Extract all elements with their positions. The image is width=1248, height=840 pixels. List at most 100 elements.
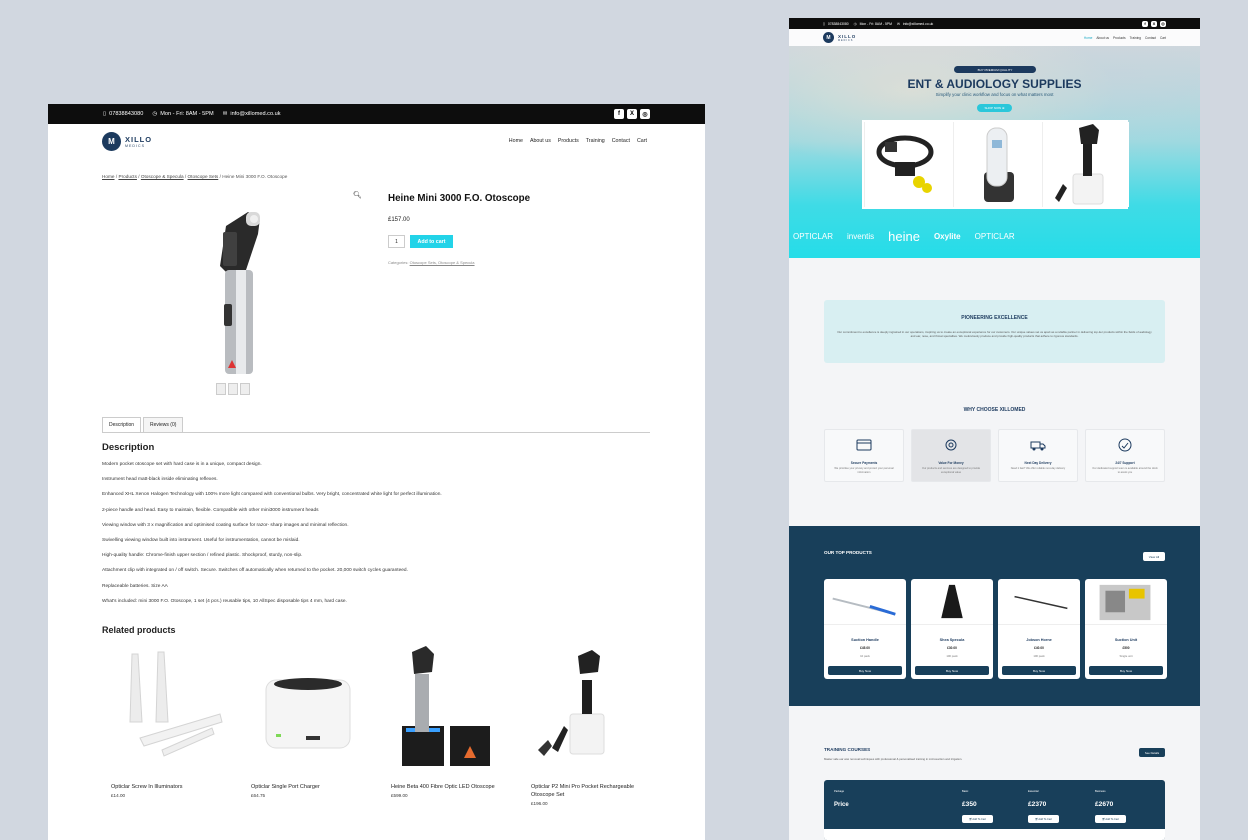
pricing-tier: Essential £2370 🛒︎ Add To Cart: [1028, 790, 1059, 823]
x-icon[interactable]: X: [1151, 20, 1157, 27]
instagram-icon[interactable]: ◎: [640, 109, 650, 119]
nav-home[interactable]: Home: [1084, 36, 1093, 40]
brand-oxylite: Oxylite: [933, 232, 961, 241]
brand-strip: OPTICLAR inventis heine Oxylite OPTICLAR: [789, 229, 1200, 244]
add-to-cart-button[interactable]: 🛒︎ Add To Cart: [962, 815, 993, 823]
facebook-icon[interactable]: f: [614, 109, 624, 119]
related-product-card[interactable]: Opticlar Single Port Charger £64.75: [242, 642, 370, 798]
tab-description[interactable]: Description: [102, 417, 142, 432]
hero-product-headlight[interactable]: [864, 122, 951, 207]
tab-reviews[interactable]: Reviews (0): [143, 417, 184, 432]
opening-hours: ◷ Mon - Fri: 8AM - 5PM: [152, 111, 214, 117]
breadcrumb-products[interactable]: Products: [118, 174, 137, 179]
secure-payment-icon: [856, 439, 872, 451]
breadcrumb: Home / Products / Otoscope & Specula / O…: [102, 174, 288, 179]
nav-contact[interactable]: Contact: [1145, 36, 1156, 40]
related-product-image: [402, 646, 490, 766]
breadcrumb-otoscope-sets[interactable]: Otoscope Sets: [188, 174, 219, 179]
feature-card: Next Day Delivery Need it fast? We offer…: [998, 429, 1078, 482]
add-to-cart-button[interactable]: Add to cart: [410, 235, 453, 248]
product-image: [911, 579, 993, 625]
thumbnail[interactable]: [216, 383, 226, 395]
related-product-image: [265, 678, 351, 749]
thumbnail[interactable]: [240, 383, 250, 395]
hero-product-otoscope-charger[interactable]: [1042, 122, 1129, 207]
nav-about[interactable]: About us: [530, 138, 551, 144]
category-links[interactable]: Otoscope Sets, Otoscope & Specula: [410, 260, 475, 265]
related-product-card[interactable]: Heine Beta 400 Fibre Optic LED Otoscope …: [382, 642, 510, 798]
top-product-card[interactable]: Suction Unit £500 Single unit Buy Now: [1085, 579, 1167, 679]
buy-now-button[interactable]: Buy Now: [1089, 666, 1163, 675]
phone-contact[interactable]: ▯ 07838843080: [103, 111, 143, 117]
related-product-card[interactable]: Opticlar Screw In Illuminators £14.00: [102, 642, 230, 798]
breadcrumb-otoscope-specula[interactable]: Otoscope & Specula: [141, 174, 184, 179]
hero-pill: BUY PREMIUM QUALITY: [954, 66, 1036, 73]
quantity-input[interactable]: 1: [388, 235, 405, 248]
product-image[interactable]: [188, 204, 268, 382]
x-icon[interactable]: X: [627, 109, 637, 119]
instagram-icon[interactable]: ◎: [1160, 20, 1166, 27]
nav-training[interactable]: Training: [586, 138, 605, 144]
buy-now-button[interactable]: Buy Now: [1002, 666, 1076, 675]
home-page-window: ▯ 07838843080 ◷ Mon - Fri: 8AM - 5PM ✉ info…: [789, 18, 1200, 840]
description-heading: Description: [102, 442, 155, 453]
nav-about[interactable]: About us: [1096, 36, 1109, 40]
pricing-tier: Business £2670 🛒︎ Add To Cart: [1095, 790, 1126, 823]
value-gear-icon: [945, 439, 957, 451]
feature-card: Secure Payments We prioritise your priva…: [824, 429, 904, 482]
nav-products[interactable]: Products: [558, 138, 579, 144]
brand-opticlar: OPTICLAR: [974, 232, 1015, 241]
top-product-card[interactable]: Shea Specula £30.00 100 pack Buy Now: [911, 579, 993, 679]
nav-home[interactable]: Home: [509, 138, 523, 144]
zoom-icon[interactable]: 🔍︎: [353, 191, 362, 199]
nav-cart[interactable]: Cart: [1160, 36, 1166, 40]
site-logo[interactable]: M XILLO MEDICS: [102, 131, 152, 151]
pricing-tier: Basic £350 🛒︎ Add To Cart: [962, 790, 993, 823]
product-image: [824, 579, 906, 625]
delivery-truck-icon: [1030, 441, 1046, 451]
email-contact[interactable]: ✉ info@xillomed.co.uk: [897, 22, 933, 26]
pioneering-excellence-section: PIONEERING EXCELLENCE Our commitment to …: [824, 300, 1165, 363]
description-list: Modern pocket otoscope set with hard cas…: [102, 462, 662, 614]
see-details-button[interactable]: See Details: [1139, 748, 1165, 757]
main-navigation: M XILLO MEDICS Home About us Products Tra…: [48, 124, 705, 158]
breadcrumb-current: Heine Mini 3000 F.O. Otoscope: [222, 174, 288, 179]
main-navigation: M XILLO MEDICS Home About us Products Tra…: [789, 29, 1200, 46]
logo-mark-icon: M: [102, 131, 121, 151]
product-thumbnails: [216, 383, 250, 395]
product-title: Heine Mini 3000 F.O. Otoscope: [388, 193, 531, 204]
feature-card: 24/7 Support Our dedicated support team …: [1085, 429, 1165, 482]
add-to-cart-button[interactable]: 🛒︎ Add To Cart: [1028, 815, 1059, 823]
buy-now-button[interactable]: Buy Now: [828, 666, 902, 675]
hero-product-tympanometer[interactable]: [953, 122, 1040, 207]
description-line: Swivelling viewing window built into ins…: [102, 537, 300, 543]
facebook-icon[interactable]: f: [1142, 20, 1148, 27]
mail-icon: ✉: [897, 21, 900, 26]
headlight-image: [876, 135, 934, 193]
brand-heine: heine: [888, 229, 920, 244]
view-all-button[interactable]: View All: [1143, 552, 1165, 561]
related-product-card[interactable]: Opticlar P2 Mini Pro Pocket Rechargeable…: [522, 642, 650, 806]
nav-cart[interactable]: Cart: [637, 138, 647, 144]
description-line: What's included: mini 3000 F.O. Otoscope…: [102, 598, 347, 604]
phone-contact[interactable]: ▯ 07838843080: [823, 22, 849, 26]
description-line: Viewing window with 3 x magnification an…: [102, 522, 349, 528]
buy-now-button[interactable]: Buy Now: [915, 666, 989, 675]
nav-training[interactable]: Training: [1130, 36, 1141, 40]
product-image: [998, 579, 1080, 625]
nav-contact[interactable]: Contact: [612, 138, 630, 144]
top-info-bar: ▯ 07838843080 ◷ Mon - Fri: 8AM - 5PM ✉ info…: [789, 18, 1200, 29]
site-logo[interactable]: M XILLO MEDICS: [823, 32, 856, 43]
opening-hours: ◷ Mon - Fri: 8AM - 5PM: [853, 21, 892, 26]
logo-mark-icon: M: [823, 32, 834, 43]
top-product-card[interactable]: Jobson Horne £40.00 100 pack Buy Now: [998, 579, 1080, 679]
clock-icon: ◷: [152, 111, 158, 117]
breadcrumb-home[interactable]: Home: [102, 174, 115, 179]
brand-inventis: inventis: [847, 232, 875, 241]
thumbnail[interactable]: [228, 383, 238, 395]
top-product-card[interactable]: Suction Handle £45.00 10 pack Buy Now: [824, 579, 906, 679]
shop-now-button[interactable]: SHOP NOW ⊕: [977, 104, 1012, 112]
add-to-cart-button[interactable]: 🛒︎ Add To Cart: [1095, 815, 1126, 823]
email-contact[interactable]: ✉ info@xillomed.co.uk: [223, 111, 281, 117]
nav-products[interactable]: Products: [1113, 36, 1126, 40]
